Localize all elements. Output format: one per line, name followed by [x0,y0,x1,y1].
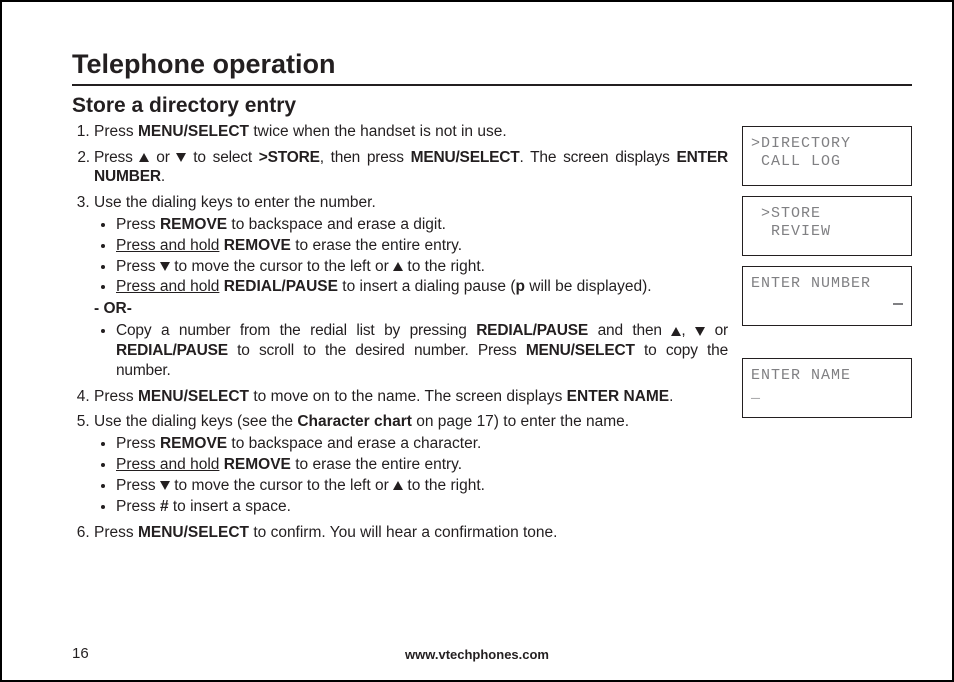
down-arrow-icon [160,481,170,490]
text: Press [94,524,138,541]
text: to scroll to the desired number. Press [228,342,526,359]
instruction-body: Press MENU/SELECT twice when the handset… [72,122,728,549]
text: to the right. [403,477,485,494]
text: Press [116,498,160,515]
title-rule [72,84,912,86]
section-heading: Store a directory entry [72,94,912,118]
key-remove: REMOVE [224,237,291,254]
key-menu-select: MENU/SELECT [526,342,635,359]
bullet: Press and hold REMOVE to erase the entir… [116,236,728,256]
text: twice when the handset is not in use. [249,123,507,140]
text: Use the dialing keys to enter the number… [94,194,376,211]
text: Press [116,477,160,494]
text-underline: Press and hold [116,456,219,473]
text: on page 17) to enter the name. [412,413,629,430]
page-title: Telephone operation [72,50,912,80]
lcd-screen-store: >STORE REVIEW [742,196,912,256]
text: , then press [320,149,411,166]
lcd-preview-column: >DIRECTORY CALL LOG >STORE REVIEW ENTER … [742,122,912,418]
lcd-text: ENTER NUMBER [751,275,871,292]
key-remove: REMOVE [160,435,227,452]
text: to select [186,149,258,166]
up-arrow-icon [671,327,681,336]
text: Copy a number from the redial list by pr… [116,322,476,339]
bullet: Press and hold REMOVE to erase the entir… [116,455,728,475]
menu-store: >STORE [259,149,320,166]
display-p: p [515,278,524,295]
bullet: Press to move the cursor to the left or … [116,257,728,277]
key-menu-select: MENU/SELECT [138,388,249,405]
step-5-bullets: Press REMOVE to backspace and erase a ch… [94,434,728,516]
step-3-or-bullets: Copy a number from the redial list by pr… [94,321,728,380]
step-3-bullets: Press REMOVE to backspace and erase a di… [94,215,728,297]
text: Press [116,258,160,275]
lcd-screen-enter-number: ENTER NUMBER [742,266,912,326]
text: to erase the entire entry. [291,456,462,473]
key-redial-pause: REDIAL/PAUSE [116,342,228,359]
text: . [161,168,165,185]
text: Press [116,216,160,233]
lcd-screen-directory: >DIRECTORY CALL LOG [742,126,912,186]
text: Use the dialing keys (see the [94,413,297,430]
text: to move the cursor to the left or [170,258,393,275]
or-divider: - OR- [94,299,728,319]
step-list: Press MENU/SELECT twice when the handset… [72,122,728,543]
screen-enter-name: ENTER NAME [567,388,669,405]
key-remove: REMOVE [224,456,291,473]
text: , [681,322,695,339]
down-arrow-icon [160,262,170,271]
step-2: Press or to select >STORE, then press ME… [94,148,728,188]
text: to insert a dialing pause ( [338,278,516,295]
text-underline: Press and hold [116,237,219,254]
down-arrow-icon [176,153,186,162]
text: to backspace and erase a digit. [227,216,446,233]
lcd-screen-enter-name: ENTER NAME _ [742,358,912,418]
text: or [705,322,728,339]
key-redial-pause: REDIAL/PAUSE [224,278,338,295]
text: Press [94,123,138,140]
text: to move on to the name. The screen displ… [249,388,567,405]
text: Press [116,435,160,452]
up-arrow-icon [139,153,149,162]
text: . [669,388,673,405]
key-menu-select: MENU/SELECT [138,123,249,140]
bullet: Press REMOVE to backspace and erase a ch… [116,434,728,454]
down-arrow-icon [695,327,705,336]
text: Press [94,388,138,405]
bullet: Press and hold REDIAL/PAUSE to insert a … [116,277,728,297]
text-underline: Press and hold [116,278,219,295]
step-6: Press MENU/SELECT to confirm. You will h… [94,523,728,543]
text: will be displayed). [525,278,652,295]
text: to confirm. You will hear a confirmation… [249,524,557,541]
ref-character-chart: Character chart [297,413,412,430]
text: or [149,149,176,166]
step-1: Press MENU/SELECT twice when the handset… [94,122,728,142]
key-remove: REMOVE [160,216,227,233]
footer-url: www.vtechphones.com [2,647,952,662]
text: and then [588,322,671,339]
bullet: Press REMOVE to backspace and erase a di… [116,215,728,235]
text: to backspace and erase a character. [227,435,481,452]
bullet: Copy a number from the redial list by pr… [116,321,728,380]
step-3: Use the dialing keys to enter the number… [94,193,728,380]
cursor-icon [893,303,903,305]
key-hash: # [160,498,169,515]
key-redial-pause: REDIAL/PAUSE [476,322,588,339]
text: to insert a space. [169,498,291,515]
text: to move the cursor to the left or [170,477,393,494]
bullet: Press to move the cursor to the left or … [116,476,728,496]
step-5: Use the dialing keys (see the Character … [94,412,728,516]
key-menu-select: MENU/SELECT [411,149,520,166]
text: to erase the entire entry. [291,237,462,254]
up-arrow-icon [393,262,403,271]
step-4: Press MENU/SELECT to move on to the name… [94,387,728,407]
text: . The screen displays [520,149,677,166]
key-menu-select: MENU/SELECT [138,524,249,541]
text: to the right. [403,258,485,275]
up-arrow-icon [393,481,403,490]
text: Press [94,149,139,166]
bullet: Press # to insert a space. [116,497,728,517]
